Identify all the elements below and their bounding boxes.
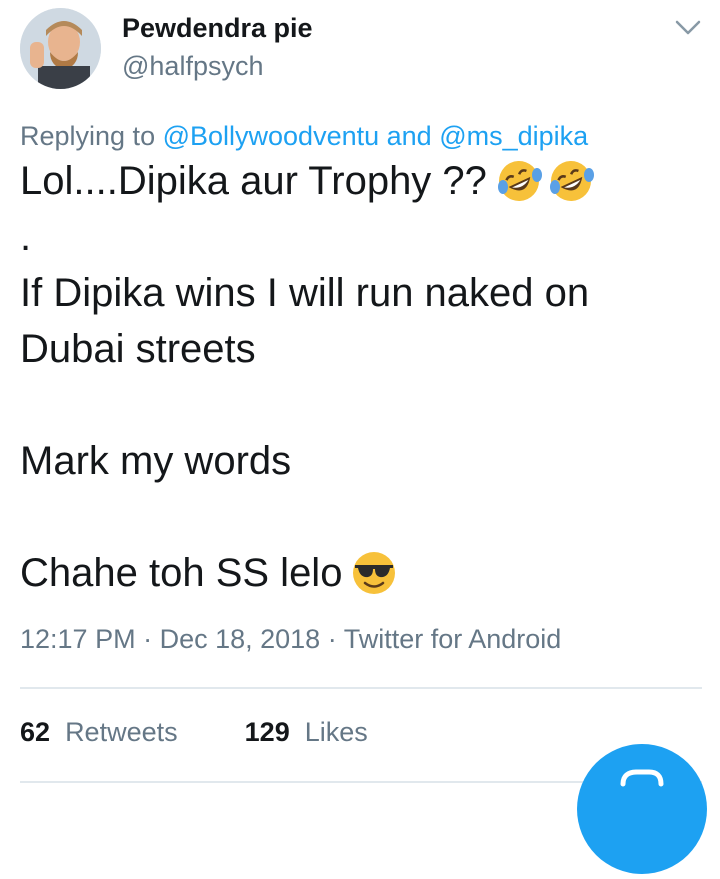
tweet-time[interactable]: 12:17 PM — [20, 624, 136, 654]
avatar-image — [20, 8, 101, 89]
tweet-date[interactable]: Dec 18, 2018 — [160, 624, 321, 654]
tweet-client[interactable]: Twitter for Android — [344, 624, 562, 654]
retweets-stat[interactable]: 62 Retweets — [20, 717, 178, 747]
meta-separator: · — [135, 624, 160, 654]
tweet-meta: 12:17 PM · Dec 18, 2018 · Twitter for An… — [20, 624, 561, 655]
likes-stat[interactable]: 129 Likes — [245, 717, 368, 747]
tweet-line: . — [20, 209, 595, 265]
retweets-count: 62 — [20, 717, 51, 747]
meta-separator: · — [320, 624, 344, 654]
replying-to-joiner[interactable]: and — [379, 121, 439, 151]
rolling-on-floor-laughing-icon — [497, 161, 542, 201]
tweet-line-text: Chahe toh SS lelo — [20, 551, 343, 595]
tweet-line: Chahe toh SS lelo — [20, 545, 595, 601]
tweet-line-text: . — [20, 215, 32, 259]
tweet-text: Lol....Dipika aur Trophy ?? . If Dipika … — [20, 153, 595, 601]
divider — [20, 687, 702, 689]
replying-to-prefix: Replying to — [20, 121, 163, 151]
tweet-header: Pewdendra pie @halfpsych — [0, 0, 720, 100]
mention-link[interactable]: @Bollywoodventu — [163, 121, 380, 151]
compose-icon — [620, 769, 664, 787]
chevron-down-icon[interactable] — [674, 16, 702, 38]
tweet-line: If Dipika wins I will run naked on — [20, 265, 595, 321]
tweet-line: Mark my words — [20, 433, 595, 489]
tweet-line-text: Mark my words — [20, 439, 292, 483]
tweet-line-text: Dubai streets — [20, 327, 256, 371]
mention-link[interactable]: @ms_dipika — [439, 121, 588, 151]
tweet-line-text: Lol....Dipika aur Trophy ?? — [20, 159, 487, 203]
likes-count: 129 — [244, 717, 290, 747]
compose-button[interactable] — [577, 744, 707, 874]
tweet-line-text: If Dipika wins I will run naked on — [20, 271, 590, 315]
tweet-stats: 62 Retweets 129 Likes — [20, 717, 368, 748]
tweet-line: Dubai streets — [20, 321, 595, 377]
avatar[interactable] — [20, 8, 101, 89]
tweet-line: Lol....Dipika aur Trophy ?? — [20, 153, 595, 209]
user-display-name[interactable]: Pewdendra pie — [122, 13, 313, 44]
replying-to: Replying to @Bollywoodventu and @ms_dipi… — [20, 121, 588, 152]
likes-label: Likes — [304, 717, 368, 747]
retweets-label: Retweets — [65, 717, 178, 747]
user-handle[interactable]: @halfpsych — [122, 51, 263, 82]
rolling-on-floor-laughing-icon — [549, 161, 594, 201]
smiling-face-with-sunglasses-icon — [353, 552, 396, 594]
